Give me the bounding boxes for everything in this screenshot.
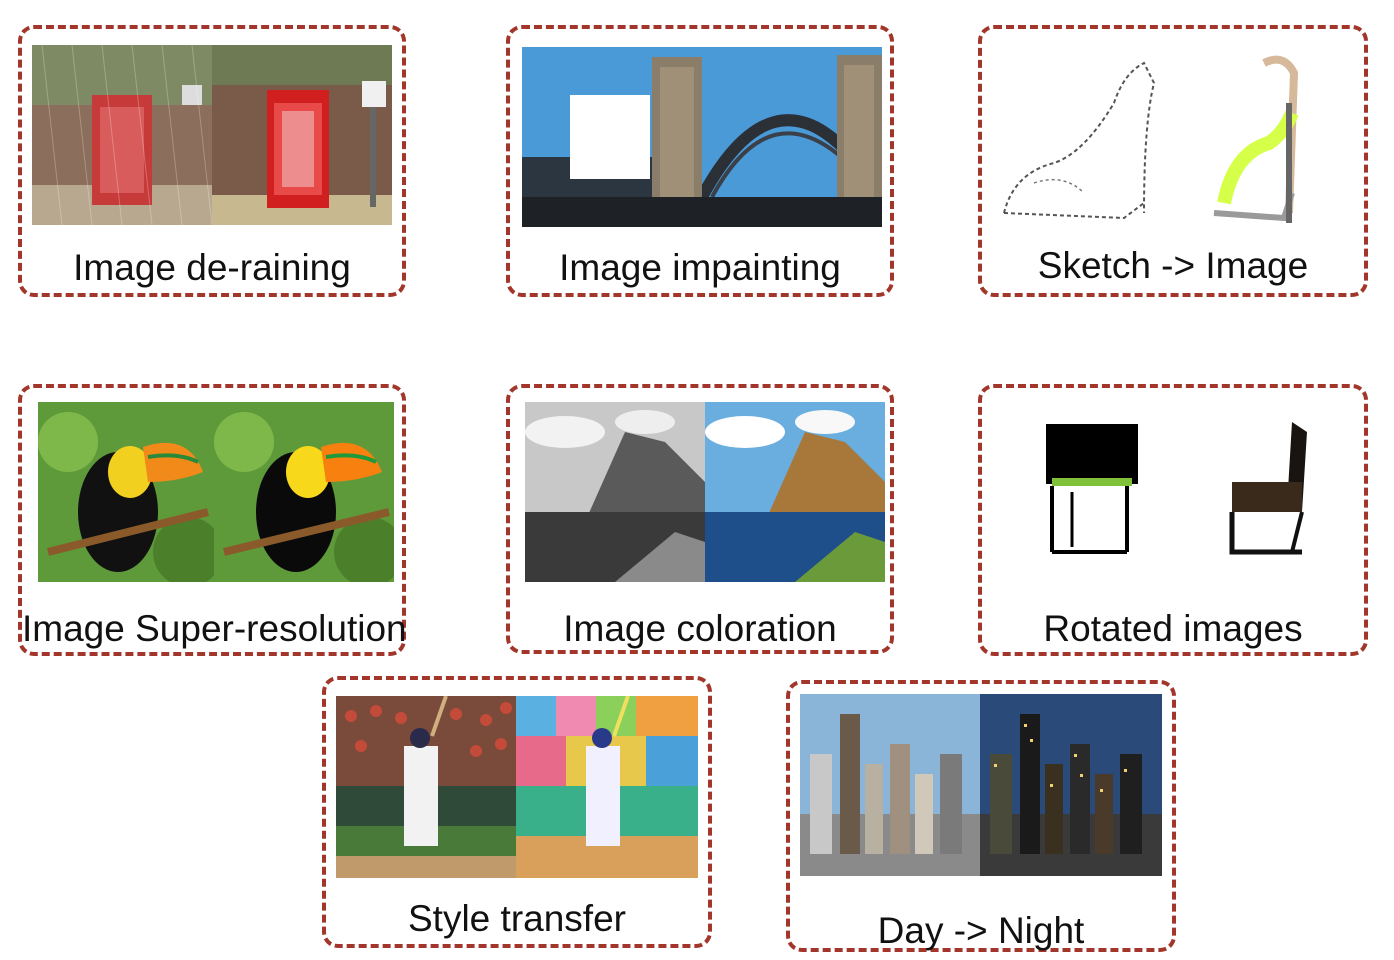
coloration-output-image bbox=[705, 402, 885, 582]
style-output-image bbox=[516, 696, 698, 878]
deraining-caption: Image de-raining bbox=[73, 247, 351, 288]
superres-input-image bbox=[38, 402, 214, 582]
panel-rotated: Rotated images bbox=[978, 384, 1368, 656]
deraining-input-image bbox=[32, 45, 212, 225]
inpainting-output-image bbox=[702, 47, 882, 227]
deraining-output-image bbox=[212, 45, 392, 225]
rotated-output-image bbox=[1182, 402, 1352, 582]
coloration-input-image bbox=[525, 402, 705, 582]
daynight-input-image bbox=[800, 694, 980, 876]
superres-output-image bbox=[214, 402, 394, 582]
inpainting-caption: Image impainting bbox=[559, 247, 841, 288]
rotated-input-image bbox=[1002, 402, 1182, 582]
panel-style: Style transfer bbox=[322, 676, 712, 948]
daynight-output-image bbox=[980, 694, 1162, 876]
panel-deraining: Image de-raining bbox=[18, 25, 406, 297]
inpainting-input-image bbox=[522, 47, 702, 227]
panel-daynight: Day -> Night bbox=[786, 680, 1176, 952]
sketch-input-image bbox=[994, 43, 1174, 229]
daynight-caption: Day -> Night bbox=[877, 910, 1085, 951]
style-caption: Style transfer bbox=[408, 898, 626, 939]
coloration-caption: Image coloration bbox=[563, 608, 837, 649]
rotated-caption: Rotated images bbox=[1043, 608, 1303, 649]
sketch-caption: Sketch -> Image bbox=[1037, 245, 1309, 286]
sketch-output-image bbox=[1174, 43, 1354, 229]
superres-caption: Image Super-resolution bbox=[22, 608, 407, 649]
panel-sketch: Sketch -> Image bbox=[978, 25, 1368, 297]
style-input-image bbox=[336, 696, 516, 878]
panel-inpainting: Image impainting bbox=[506, 25, 894, 297]
panel-superres: Image Super-resolution bbox=[18, 384, 407, 656]
panel-coloration: Image coloration bbox=[506, 384, 894, 654]
